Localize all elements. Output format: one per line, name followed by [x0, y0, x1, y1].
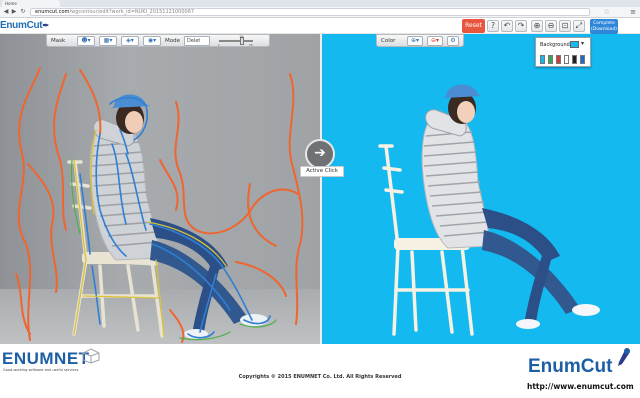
bookmark-star-icon[interactable]: ☆ [604, 8, 610, 16]
swatch-green[interactable] [548, 55, 553, 64]
forward-icon[interactable]: ▶ [10, 8, 18, 16]
color-label: Color [381, 38, 396, 44]
app-header: EnumCut✒ Reset ? ↶ ↷ ⊕ ⊖ ⊡ ⤢ Complete (D… [0, 18, 640, 34]
cube-icon [82, 348, 100, 364]
foreground-brush-icon[interactable]: ☻▾ [77, 36, 95, 46]
footer: ENUMNET Good-working software and useful… [0, 344, 640, 398]
swatch-white[interactable] [564, 55, 569, 64]
complete-label: Complete [593, 21, 615, 26]
browser-address-bar: ◀ ▶ ↻ enumcut.com/wgcontour/edit?work_id… [0, 7, 640, 18]
chevron-down-icon[interactable]: ▾ [581, 40, 584, 47]
original-image-panel[interactable]: Mask ☻▾ ▦▾ ◈▾ ◉▾ Mode Delet 18 1 25 [0, 34, 320, 344]
eraser-icon[interactable]: ◈▾ [121, 36, 139, 46]
complete-sublabel: (Download) [591, 26, 617, 32]
enumcut-url[interactable]: http://www.enumcut.com [527, 382, 634, 391]
enumcut-footer-logo: EnumCut [528, 356, 613, 377]
mode-select[interactable]: Delet [184, 36, 210, 46]
remove-color-icon[interactable]: ⊖▾ [427, 36, 443, 46]
enumnet-logo: ENUMNET [2, 349, 90, 368]
slider-min: 1 [218, 43, 220, 47]
background-color-selected[interactable] [570, 41, 579, 48]
swatch-sky[interactable] [540, 55, 545, 64]
pen-icon: ✒ [42, 21, 49, 30]
zoom-in-icon[interactable]: ⊕ [531, 20, 543, 32]
subject-photo [67, 94, 268, 339]
redo-icon[interactable]: ↷ [515, 20, 527, 32]
background-popup: Background ▾ [535, 37, 591, 67]
pen-nib-icon [618, 348, 630, 366]
reset-button[interactable]: Reset [462, 19, 485, 33]
brush-size-value: 18 [239, 35, 244, 39]
swatch-black[interactable] [572, 55, 577, 64]
mask-canvas[interactable] [0, 34, 320, 344]
active-click-label[interactable]: Active Click [300, 166, 344, 177]
browser-tab[interactable]: Home [2, 0, 60, 7]
help-icon[interactable]: ? [487, 20, 499, 32]
swatch-red[interactable] [556, 55, 561, 64]
mask-toolbar: Mask ☻▾ ▦▾ ◈▾ ◉▾ Mode Delet 18 1 25 [46, 34, 270, 47]
result-subject [378, 84, 600, 336]
active-click-button[interactable]: ➔ [305, 139, 335, 169]
logo-text: EnumCut [0, 20, 43, 31]
copyright-text: Copyrights © 2015 ENUMNET Co. Ltd. All R… [238, 374, 402, 380]
reload-icon[interactable]: ↻ [19, 8, 27, 16]
enumnet-tagline: Good-working software and useful service… [3, 368, 79, 372]
fit-screen-icon[interactable]: ⊡ [559, 20, 571, 32]
mask-label: Mask [51, 38, 66, 44]
undo-icon[interactable]: ↶ [501, 20, 513, 32]
browser-menu-icon[interactable]: ≡ [630, 8, 636, 16]
background-label: Background [540, 42, 570, 48]
enumcut-logo: EnumCut✒ [0, 20, 49, 31]
url-input[interactable]: enumcut.com/wgcontour/edit?work_id=NUKI_… [30, 8, 590, 16]
color-settings-icon[interactable]: ⚙ [447, 36, 459, 46]
result-image-panel: Color ⊕▾ ⊖▾ ⚙ [322, 34, 640, 344]
browser-tab-bar: Home [0, 0, 640, 7]
background-brush-icon[interactable]: ▦▾ [99, 36, 117, 46]
color-toolbar: Color ⊕▾ ⊖▾ ⚙ [376, 34, 464, 47]
url-host: enumcut.com [35, 9, 70, 15]
result-canvas [378, 84, 600, 336]
slider-max: 25 [249, 43, 253, 47]
background-strokes [15, 67, 304, 343]
shape-tool-icon[interactable]: ◉▾ [143, 36, 161, 46]
add-color-icon[interactable]: ⊕▾ [407, 36, 423, 46]
enumcut-app: Home ◀ ▶ ↻ enumcut.com/wgcontour/edit?wo… [0, 0, 640, 398]
url-path: /wgcontour/edit?work_id=NUKI_20151121000… [69, 9, 195, 15]
swatch-blue[interactable] [580, 55, 585, 64]
back-icon[interactable]: ◀ [2, 8, 10, 16]
fullscreen-icon[interactable]: ⤢ [573, 20, 585, 32]
brush-size-slider[interactable] [219, 40, 253, 42]
mode-label: Mode [165, 38, 180, 44]
zoom-out-icon[interactable]: ⊖ [545, 20, 557, 32]
complete-button[interactable]: Complete (Download) [590, 19, 618, 34]
